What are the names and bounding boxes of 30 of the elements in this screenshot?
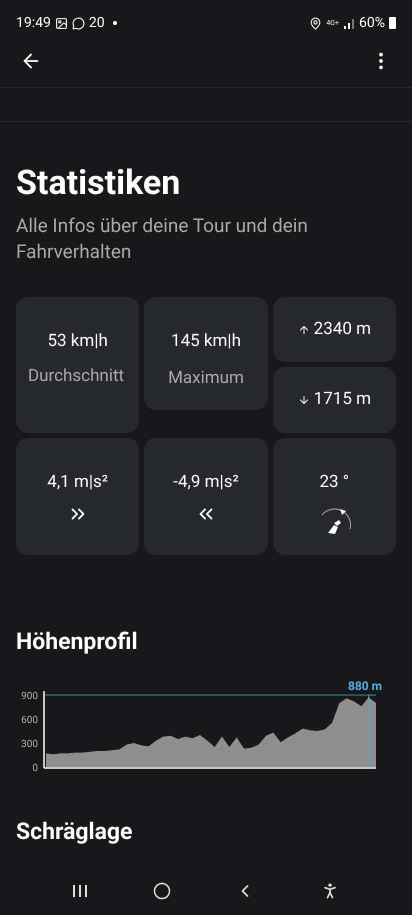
stat-value: 23 ° <box>319 470 350 494</box>
stat-label: Maximum <box>168 367 244 390</box>
chat-icon <box>72 16 85 30</box>
notification-count: 20 <box>88 14 105 32</box>
y-tick-label: 900 <box>21 691 38 702</box>
signal-icon <box>343 18 355 28</box>
battery-level: 60% <box>359 14 385 32</box>
section-title: Schräglage <box>15 817 134 848</box>
arrow-down-icon <box>298 394 310 406</box>
battery-icon <box>389 17 396 29</box>
image-icon <box>54 16 68 30</box>
stat-label: Durchschnitt <box>28 366 124 388</box>
y-tick-label: 300 <box>21 739 38 750</box>
stat-value: -4,9 m|s² <box>173 470 239 494</box>
section-title: Höhenprofil <box>15 626 139 657</box>
location-icon <box>309 16 322 30</box>
elevation-value: 1715 m <box>314 388 371 412</box>
page-title: Statistiken <box>16 162 182 204</box>
stat-value: 4,1 m|s² <box>47 470 108 494</box>
home-button[interactable] <box>152 882 171 900</box>
stat-value: 145 km|h <box>171 330 241 353</box>
recent-apps-button[interactable] <box>72 884 88 898</box>
y-tick-label: 600 <box>21 715 38 726</box>
y-tick-label: 0 <box>32 763 38 774</box>
page-subtitle: Alle Infos über deine Tour und dein Fahrverhalten <box>16 212 309 265</box>
elevation-value: 2340 m <box>314 318 371 341</box>
stat-value: 53 km|h <box>47 330 108 353</box>
status-time: 19:49 <box>16 14 51 32</box>
max-label: 880 m <box>348 679 382 694</box>
arrow-up-icon <box>298 324 310 336</box>
